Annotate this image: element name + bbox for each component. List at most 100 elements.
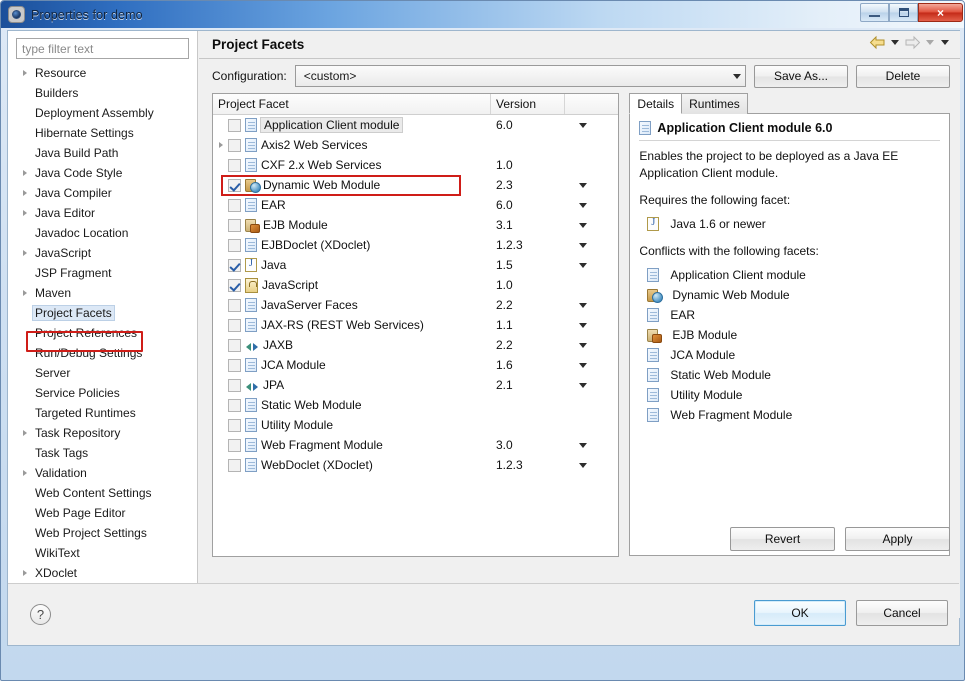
facet-version-cell[interactable]: 1.0	[491, 278, 565, 292]
facet-checkbox[interactable]	[228, 358, 241, 372]
expand-arrow-icon[interactable]	[18, 70, 32, 76]
facet-checkbox[interactable]	[228, 398, 241, 412]
facet-row[interactable]: Utility Module	[213, 415, 618, 435]
view-menu-chevron-down-icon[interactable]	[941, 40, 949, 45]
back-menu-chevron-down-icon[interactable]	[891, 40, 899, 45]
facet-row[interactable]: Java 1.5	[213, 255, 618, 275]
facet-version-menu-cell[interactable]	[565, 122, 618, 128]
chevron-down-icon[interactable]	[579, 382, 587, 388]
sidebar-item-java-build-path[interactable]: Java Build Path	[8, 143, 197, 163]
facet-checkbox[interactable]	[228, 318, 241, 332]
facet-version-menu-cell[interactable]	[565, 302, 618, 308]
expand-arrow-icon[interactable]	[213, 142, 228, 148]
facet-version-menu-cell[interactable]	[565, 242, 618, 248]
chevron-down-icon[interactable]	[579, 342, 587, 348]
facet-row[interactable]: Web Fragment Module 3.0	[213, 435, 618, 455]
sidebar-item-jsp-fragment[interactable]: JSP Fragment	[8, 263, 197, 283]
sidebar-item-web-content-settings[interactable]: Web Content Settings	[8, 483, 197, 503]
save-as-button[interactable]: Save As...	[754, 64, 848, 88]
close-button[interactable]: ×	[918, 3, 963, 22]
facet-checkbox[interactable]	[228, 418, 241, 432]
sidebar-item-run-debug-settings[interactable]: Run/Debug Settings	[8, 343, 197, 363]
facet-row[interactable]: JCA Module 1.6	[213, 355, 618, 375]
facet-checkbox[interactable]	[228, 458, 241, 472]
facet-version-cell[interactable]: 6.0	[491, 118, 565, 132]
facet-version-menu-cell[interactable]	[565, 442, 618, 448]
facet-version-menu-cell[interactable]	[565, 202, 618, 208]
facet-checkbox[interactable]	[228, 278, 241, 292]
expand-arrow-icon[interactable]	[18, 170, 32, 176]
facet-row[interactable]: WebDoclet (XDoclet) 1.2.3	[213, 455, 618, 475]
revert-button[interactable]: Revert	[730, 527, 835, 551]
facet-version-cell[interactable]: 3.0	[491, 438, 565, 452]
facet-checkbox[interactable]	[228, 218, 241, 232]
sidebar-item-maven[interactable]: Maven	[8, 283, 197, 303]
facet-version-menu-cell[interactable]	[565, 462, 618, 468]
delete-button[interactable]: Delete	[856, 64, 950, 88]
facet-checkbox[interactable]	[228, 258, 241, 272]
facet-version-cell[interactable]: 1.0	[491, 158, 565, 172]
expand-arrow-icon[interactable]	[18, 290, 32, 296]
sidebar-item-project-references[interactable]: Project References	[8, 323, 197, 343]
preferences-tree[interactable]: Resource Builders Deployment Assembly Hiber…	[8, 63, 197, 611]
facet-version-cell[interactable]: 1.1	[491, 318, 565, 332]
apply-button[interactable]: Apply	[845, 527, 950, 551]
sidebar-item-resource[interactable]: Resource	[8, 63, 197, 83]
expand-arrow-icon[interactable]	[18, 470, 32, 476]
facet-row[interactable]: JAXB 2.2	[213, 335, 618, 355]
chevron-down-icon[interactable]	[579, 202, 587, 208]
facet-version-cell[interactable]: 2.2	[491, 298, 565, 312]
filter-input[interactable]: type filter text	[16, 38, 189, 59]
chevron-down-icon[interactable]	[579, 302, 587, 308]
facet-version-cell[interactable]: 1.2.3	[491, 238, 565, 252]
expand-arrow-icon[interactable]	[18, 210, 32, 216]
facet-row[interactable]: Static Web Module	[213, 395, 618, 415]
sidebar-item-task-tags[interactable]: Task Tags	[8, 443, 197, 463]
expand-arrow-icon[interactable]	[18, 190, 32, 196]
facet-version-cell[interactable]: 1.5	[491, 258, 565, 272]
facet-version-menu-cell[interactable]	[565, 262, 618, 268]
facet-row[interactable]: JavaServer Faces 2.2	[213, 295, 618, 315]
project-facet-table[interactable]: Project Facet Version Application Client…	[212, 93, 620, 557]
facet-checkbox[interactable]	[228, 198, 241, 212]
facet-checkbox[interactable]	[228, 238, 241, 252]
tab-details[interactable]: Details	[629, 93, 683, 114]
facet-version-cell[interactable]: 2.2	[491, 338, 565, 352]
chevron-down-icon[interactable]	[579, 182, 587, 188]
sidebar-item-project-facets[interactable]: Project Facets	[8, 303, 197, 323]
expand-arrow-icon[interactable]	[18, 250, 32, 256]
facet-row[interactable]: Dynamic Web Module 2.3	[213, 175, 618, 195]
tab-runtimes[interactable]: Runtimes	[681, 93, 748, 114]
facet-row[interactable]: Application Client module 6.0	[213, 115, 618, 135]
facet-row[interactable]: JAX-RS (REST Web Services) 1.1	[213, 315, 618, 335]
facet-version-cell[interactable]: 6.0	[491, 198, 565, 212]
column-header-project-facet[interactable]: Project Facet	[213, 94, 491, 114]
facet-version-cell[interactable]: 2.3	[491, 178, 565, 192]
facet-row[interactable]: EJBDoclet (XDoclet) 1.2.3	[213, 235, 618, 255]
sidebar-item-hibernate-settings[interactable]: Hibernate Settings	[8, 123, 197, 143]
sidebar-item-javadoc-location[interactable]: Javadoc Location	[8, 223, 197, 243]
facet-checkbox[interactable]	[228, 378, 241, 392]
chevron-down-icon[interactable]	[579, 262, 587, 268]
facet-row[interactable]: Axis2 Web Services	[213, 135, 618, 155]
facet-checkbox[interactable]	[228, 158, 241, 172]
facet-version-cell[interactable]: 1.2.3	[491, 458, 565, 472]
facet-checkbox[interactable]	[228, 178, 241, 192]
back-arrow-icon[interactable]	[869, 35, 886, 50]
facet-row[interactable]: EJB Module 3.1	[213, 215, 618, 235]
facet-row[interactable]: EAR 6.0	[213, 195, 618, 215]
chevron-down-icon[interactable]	[579, 462, 587, 468]
facet-version-menu-cell[interactable]	[565, 382, 618, 388]
facet-version-cell[interactable]: 2.1	[491, 378, 565, 392]
chevron-down-icon[interactable]	[579, 222, 587, 228]
facet-version-menu-cell[interactable]	[565, 222, 618, 228]
facet-version-cell[interactable]: 3.1	[491, 218, 565, 232]
facet-row[interactable]: JPA 2.1	[213, 375, 618, 395]
sidebar-item-java-code-style[interactable]: Java Code Style	[8, 163, 197, 183]
chevron-down-icon[interactable]	[579, 362, 587, 368]
help-icon[interactable]: ?	[30, 604, 51, 625]
sidebar-item-task-repository[interactable]: Task Repository	[8, 423, 197, 443]
facet-checkbox[interactable]	[228, 118, 241, 132]
sidebar-item-xdoclet[interactable]: XDoclet	[8, 563, 197, 583]
column-header-version[interactable]: Version	[491, 94, 565, 114]
